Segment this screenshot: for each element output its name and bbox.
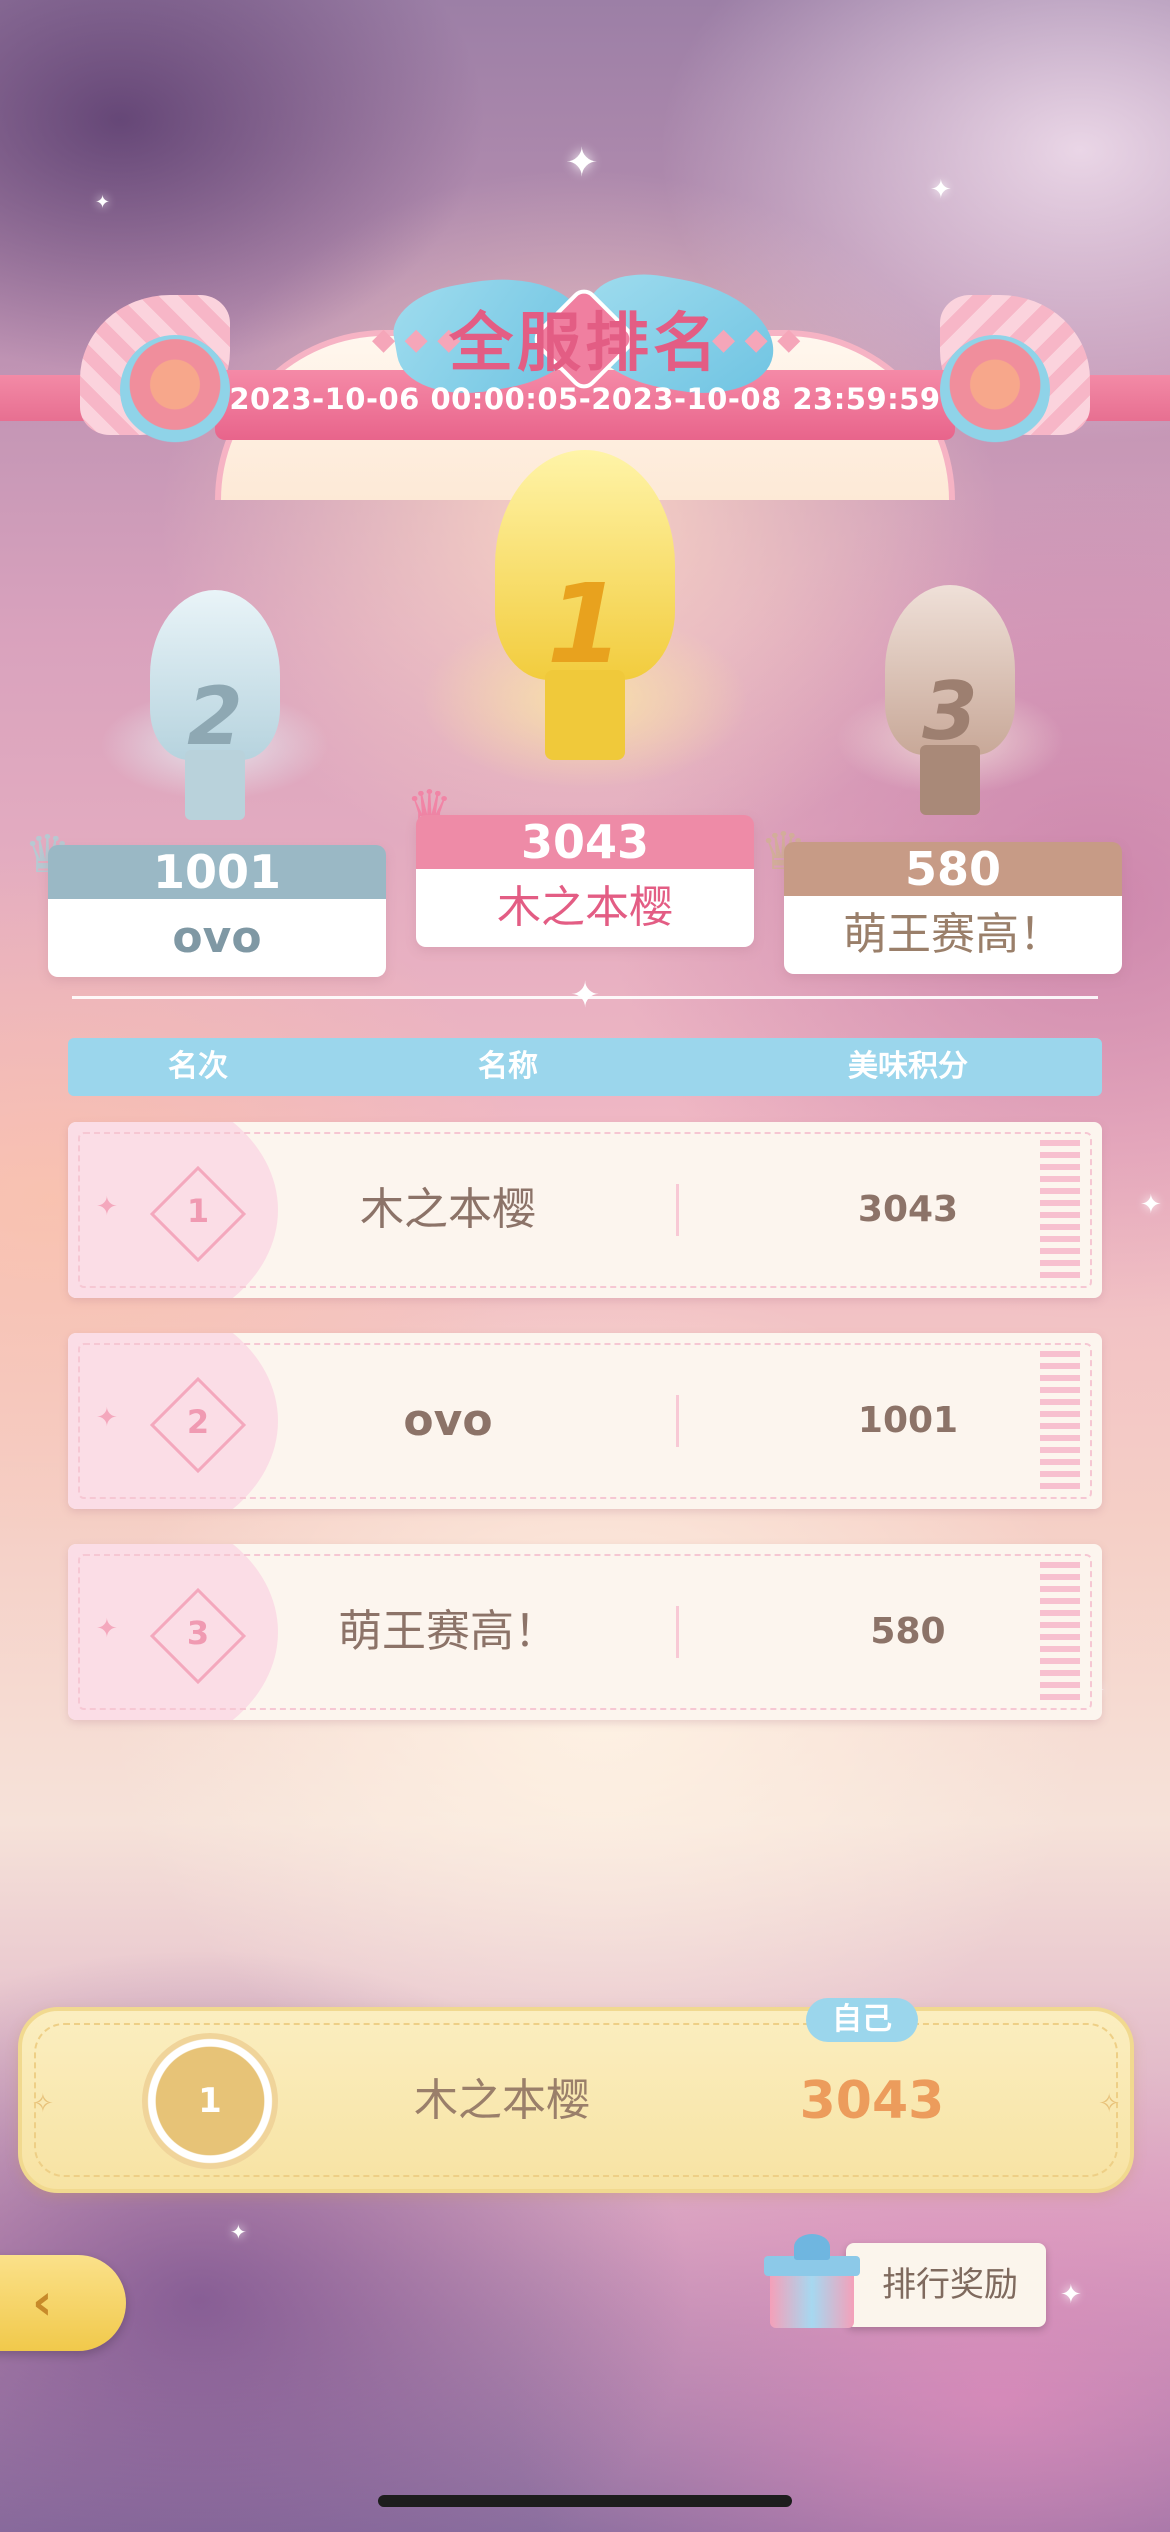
sparkle-icon: ✦ xyxy=(1140,1190,1162,1220)
row-name: 萌王赛高！ xyxy=(338,1606,558,1657)
sparkle-icon: ✦ xyxy=(96,1192,118,1222)
reward-label: 排行奖励 xyxy=(882,2265,1018,2305)
podium-card-3[interactable]: 580 萌王赛高！ xyxy=(784,842,1122,974)
sparkle-icon: ✦ xyxy=(96,1403,118,1433)
barcode-decoration xyxy=(1040,1351,1080,1491)
back-button[interactable]: ‹ xyxy=(0,2255,126,2351)
row-score: 1001 xyxy=(857,1400,959,1441)
header-name: 名称 xyxy=(478,1049,538,1084)
star-icon: ✦ xyxy=(570,975,601,1016)
row-separator xyxy=(676,1395,679,1447)
sparkle-icon: ✦ xyxy=(230,2220,247,2244)
row-separator xyxy=(676,1606,679,1658)
podium-name: ovo xyxy=(48,899,386,977)
header-score: 美味积分 xyxy=(848,1049,968,1084)
podium-name: 萌王赛高！ xyxy=(784,896,1122,974)
self-rank-bar[interactable]: ✧ ✧ 1 木之本樱 3043 xyxy=(18,2007,1134,2193)
ranking-reward-button[interactable]: 排行奖励 xyxy=(846,2243,1046,2327)
row-rank: 1 xyxy=(186,1192,210,1230)
sparkle-icon: ✧ xyxy=(32,2089,54,2119)
ranking-table-header: 名次 名称 美味积分 xyxy=(68,1038,1102,1096)
barcode-decoration xyxy=(1040,1562,1080,1702)
podium-score: 3043 xyxy=(416,815,754,869)
row-separator xyxy=(676,1184,679,1236)
trophy-rank-3: 3 xyxy=(922,665,978,758)
trophy-rank-1: 1 xyxy=(546,560,624,688)
header-rank: 名次 xyxy=(168,1049,228,1084)
gift-icon[interactable] xyxy=(762,2232,860,2332)
trophy-icon-gold: 1 xyxy=(420,450,750,810)
row-rank: 2 xyxy=(186,1403,210,1441)
star-icon: ✦ xyxy=(565,140,599,186)
podium-card-1[interactable]: 3043 木之本樱 xyxy=(416,815,754,947)
sparkle-icon: ✦ xyxy=(96,1614,118,1644)
row-name: ovo xyxy=(403,1395,493,1446)
self-rank: 1 xyxy=(198,2081,222,2121)
trophy-icon-bronze: 3 xyxy=(835,585,1065,835)
row-score: 3043 xyxy=(857,1189,959,1230)
row-rank: 3 xyxy=(186,1614,210,1652)
table-row[interactable]: ✦ 3 萌王赛高！ 580 xyxy=(68,1544,1102,1720)
home-indicator[interactable] xyxy=(378,2495,792,2507)
podium-name: 木之本樱 xyxy=(416,869,754,947)
podium-score: 580 xyxy=(784,842,1122,896)
self-badge: 自己 xyxy=(806,1998,918,2042)
table-row[interactable]: ✦ 1 木之本樱 3043 xyxy=(68,1122,1102,1298)
sparkle-icon: ✦ xyxy=(1060,2280,1082,2310)
sparkle-icon: ✧ xyxy=(1098,2089,1120,2119)
table-row[interactable]: ✦ 2 ovo 1001 xyxy=(68,1333,1102,1509)
page-title: 全服排名 xyxy=(449,307,721,381)
barcode-decoration xyxy=(1040,1140,1080,1280)
podium-card-2[interactable]: 1001 ovo xyxy=(48,845,386,977)
trophy-rank-2: 2 xyxy=(187,670,243,763)
row-name: 木之本樱 xyxy=(360,1184,536,1235)
self-name: 木之本樱 xyxy=(414,2075,590,2126)
trophy-icon-silver: 2 xyxy=(100,590,330,840)
event-date-range: 2023-10-06 00:00:05-2023-10-08 23:59:59 xyxy=(229,382,941,416)
podium-score: 1001 xyxy=(48,845,386,899)
row-score: 580 xyxy=(870,1611,946,1652)
back-arrow-icon: ‹ xyxy=(32,2273,53,2331)
